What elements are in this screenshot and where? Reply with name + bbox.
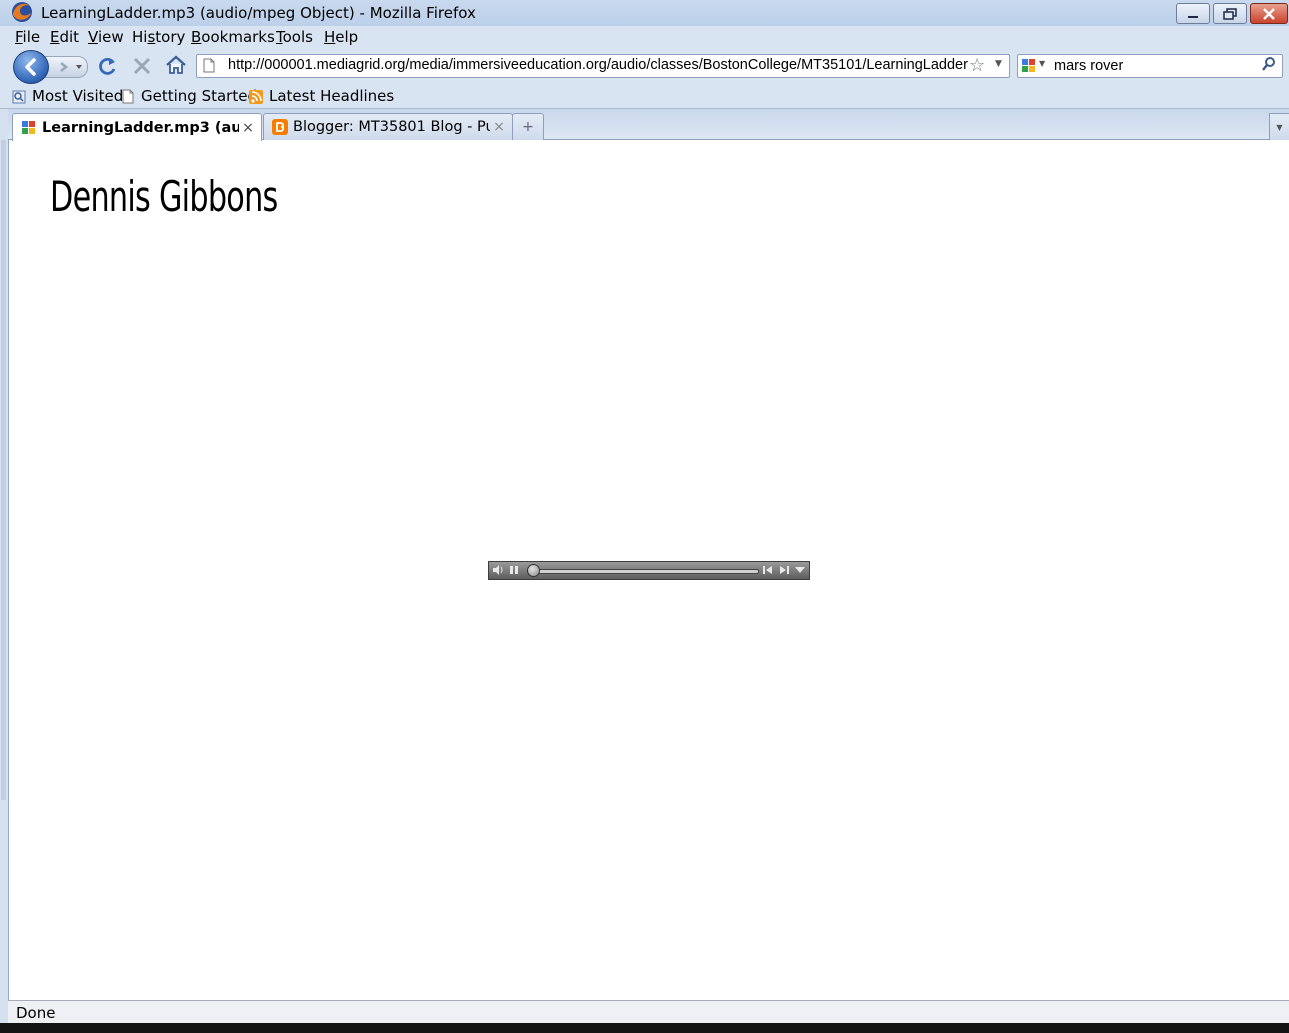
frame-shade xyxy=(1,140,6,800)
bookmark-latest-headlines[interactable]: Latest Headlines xyxy=(249,87,394,105)
tab-blogger[interactable]: Blogger: MT35801 Blog - Pu... × xyxy=(263,113,513,140)
plus-icon: + xyxy=(521,119,535,135)
search-bar[interactable]: ▼ xyxy=(1017,54,1283,78)
bookmark-getting-started[interactable]: Getting Started xyxy=(121,87,257,105)
tab-close-icon[interactable]: × xyxy=(490,119,508,135)
stop-button[interactable] xyxy=(131,56,153,76)
menu-tools[interactable]: Tools xyxy=(276,28,313,46)
taskbar-edge xyxy=(0,1023,1289,1033)
stop-icon xyxy=(133,57,151,75)
tab-list-dropdown-icon[interactable]: ▼ xyxy=(1269,113,1289,140)
menu-view[interactable]: View xyxy=(88,28,124,46)
pause-icon[interactable] xyxy=(507,563,521,577)
reload-button[interactable] xyxy=(97,56,119,76)
minimize-button[interactable] xyxy=(1176,3,1210,24)
tab-learningladder[interactable]: LearningLadder.mp3 (aud... × xyxy=(12,113,262,141)
menu-bar: File Edit View History Bookmarks Tools H… xyxy=(0,26,1289,48)
url-field[interactable]: http://000001.mediagrid.org/media/immers… xyxy=(228,57,968,75)
address-bar[interactable]: http://000001.mediagrid.org/media/immers… xyxy=(196,54,1010,78)
bookmark-most-visited[interactable]: Most Visited xyxy=(12,87,123,105)
title-bar: LearningLadder.mp3 (audio/mpeg Object) -… xyxy=(0,0,1289,26)
home-button[interactable] xyxy=(165,55,187,75)
bookmark-star-icon[interactable]: ☆ xyxy=(969,55,985,76)
page-title: Dennis Gibbons xyxy=(50,172,278,221)
new-tab-button[interactable]: + xyxy=(512,113,544,140)
menu-bookmarks[interactable]: Bookmarks xyxy=(191,28,275,46)
status-text: Done xyxy=(16,1004,56,1022)
tab-favicon-icon xyxy=(21,120,37,136)
options-dropdown-icon[interactable] xyxy=(793,563,807,577)
search-input[interactable] xyxy=(1054,57,1254,75)
search-magnifier-icon[interactable] xyxy=(1262,56,1276,76)
seek-track[interactable] xyxy=(529,569,759,574)
search-engine-dropdown-icon[interactable]: ▼ xyxy=(1039,59,1045,68)
restore-button[interactable] xyxy=(1213,3,1247,24)
menu-file[interactable]: File xyxy=(15,28,40,46)
rewind-icon[interactable] xyxy=(761,563,775,577)
audio-player[interactable] xyxy=(488,561,810,580)
page-icon xyxy=(121,89,135,104)
reload-icon xyxy=(99,57,116,75)
fast-forward-icon[interactable] xyxy=(777,563,791,577)
status-bar: Done xyxy=(8,1000,1289,1024)
google-search-engine-icon[interactable] xyxy=(1021,58,1037,74)
menu-help[interactable]: Help xyxy=(324,28,358,46)
rss-feed-icon xyxy=(249,89,263,104)
tab-label: LearningLadder.mp3 (aud... xyxy=(42,119,239,136)
firefox-icon xyxy=(10,1,34,23)
forward-button[interactable] xyxy=(44,56,88,78)
window-title: LearningLadder.mp3 (audio/mpeg Object) -… xyxy=(41,4,476,22)
tab-close-icon[interactable]: × xyxy=(239,120,257,136)
blogger-icon xyxy=(272,119,288,135)
back-arrow-icon xyxy=(25,58,36,76)
close-window-button[interactable] xyxy=(1250,3,1288,24)
bookmarks-toolbar: Most Visited Getting Started Latest Head… xyxy=(0,84,1289,109)
tab-label: Blogger: MT35801 Blog - Pu... xyxy=(293,119,490,135)
back-button[interactable] xyxy=(13,50,49,84)
most-visited-icon xyxy=(12,89,26,104)
menu-history[interactable]: History xyxy=(132,28,185,46)
home-icon xyxy=(166,55,186,74)
url-history-dropdown-icon[interactable]: ▼ xyxy=(995,59,1002,69)
volume-icon[interactable] xyxy=(491,563,505,577)
seek-slider-handle[interactable] xyxy=(527,564,540,577)
page-icon xyxy=(203,58,215,73)
menu-edit[interactable]: Edit xyxy=(50,28,79,46)
